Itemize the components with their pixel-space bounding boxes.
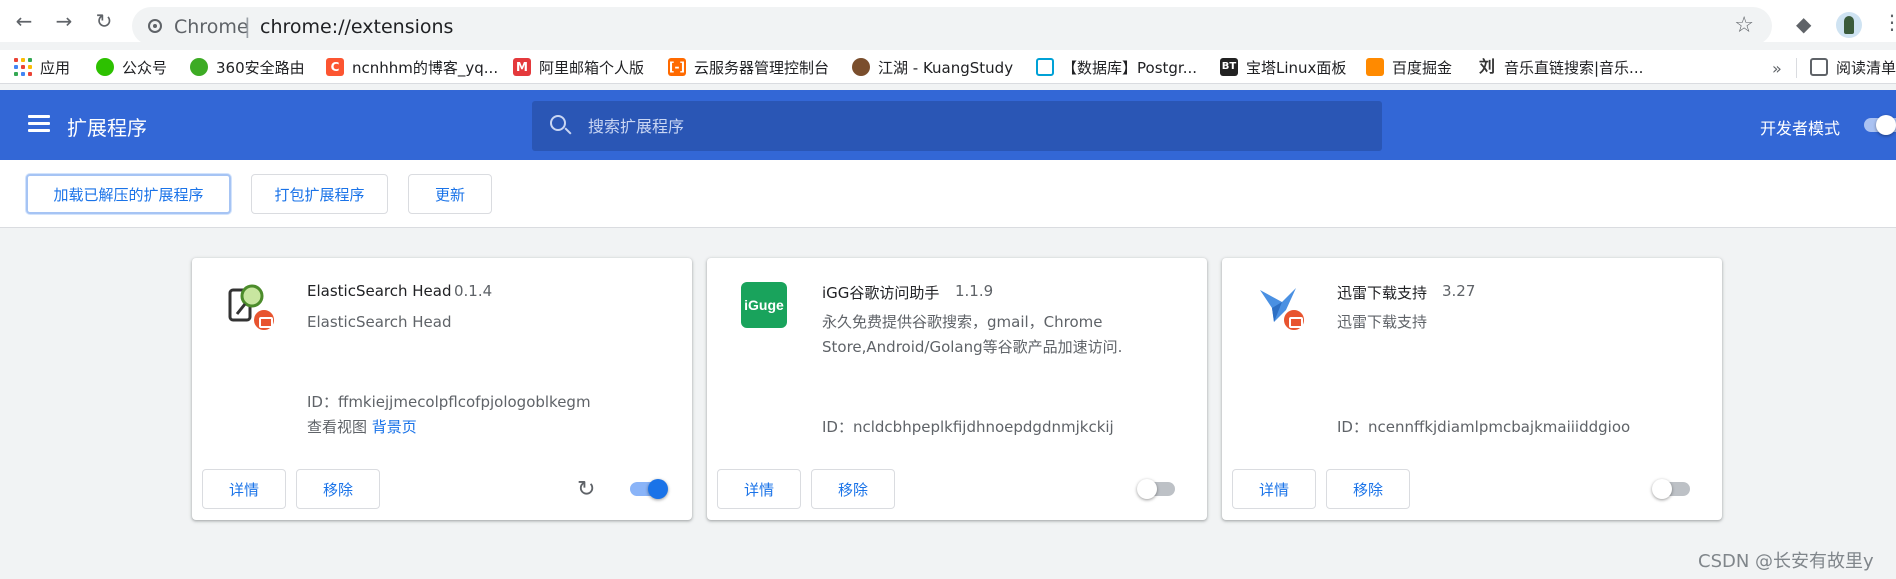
aliyun-mail-icon: M [513,58,531,76]
avatar-icon [852,58,870,76]
extensions-header: 扩展程序 开发者模式 [0,90,1896,160]
bookmark-label: 360安全路由 [216,58,305,77]
bookmarks-overflow-button[interactable]: » [1772,59,1782,78]
unpacked-badge-icon [1282,308,1306,332]
load-unpacked-button[interactable]: 加载已解压的扩展程序 [26,174,231,214]
aliyun-icon: [-] [668,58,686,76]
remove-button[interactable]: 移除 [811,469,895,509]
bookmark-bilibili[interactable]: 【数据库】Postgr... [1036,55,1197,79]
search-box[interactable] [532,101,1382,151]
pack-extension-button[interactable]: 打包扩展程序 [251,174,388,214]
bookmark-aliyun-console[interactable]: [-] 云服务器管理控制台 [668,55,829,79]
bilibili-icon [1036,58,1054,76]
extension-name: iGG谷歌访问助手 [822,284,940,302]
bookmark-label: 公众号 [122,58,168,77]
bookmark-label: 【数据库】Postgr... [1062,58,1198,77]
back-icon[interactable]: ← [12,9,36,33]
bookmark-label: 江湖 - KuangStudy [878,58,1014,77]
bookmark-label: 应用 [40,58,71,77]
bookmark-music[interactable]: 刘 音乐直链搜索|音乐... [1478,55,1643,79]
extension-id: ID：ffmkiejjmecolpflcofpjologoblkegm [307,393,591,411]
omnibox-separator: | [244,14,251,38]
reload-icon[interactable]: ↻ [92,9,116,33]
page-title: 扩展程序 [67,116,147,140]
juejin-icon [1366,58,1384,76]
enable-toggle[interactable] [1137,479,1175,499]
bookmark-csdn[interactable]: C ncnhhm的博客_yq... [326,55,498,79]
details-button[interactable]: 详情 [202,469,286,509]
bookmark-aliyun-mail[interactable]: M 阿里邮箱个人版 [513,55,644,79]
update-button[interactable]: 更新 [408,174,492,214]
extension-id: ID：ncennffkjdiamlpmcbajkmaiiiddgioo [1337,418,1631,436]
bookmark-360[interactable]: 360安全路由 [190,55,305,79]
forward-icon[interactable]: → [52,9,76,33]
watermark: CSDN @长安有故里y [1698,551,1874,572]
thunder-bird-icon [1256,282,1306,332]
search-input[interactable] [588,101,1348,151]
liu-icon: 刘 [1478,57,1496,76]
extension-id: ID：ncldcbhpeplkfijdhnoepdgdnmjkckij [822,418,1114,436]
extension-name: 迅雷下载支持 [1337,284,1428,302]
enable-toggle[interactable] [630,479,668,499]
chrome-icon [148,19,162,33]
extension-card-thunder: 迅雷下载支持 3.27 迅雷下载支持 ID：ncennffkjdiamlpmcb… [1222,258,1722,520]
star-icon[interactable]: ☆ [1734,13,1754,38]
address-bar[interactable]: Chrome | chrome://extensions ☆ [132,7,1772,45]
avatar[interactable] [1836,12,1862,38]
bookmark-label: 阿里邮箱个人版 [539,58,645,77]
unpacked-badge-icon [252,308,276,332]
details-button[interactable]: 详情 [717,469,801,509]
hamburger-menu-icon[interactable] [28,115,50,133]
kebab-menu-icon[interactable]: ⋮ [1882,10,1896,34]
extension-description: ElasticSearch Head [307,313,452,331]
csdn-icon: C [326,58,344,76]
bookmark-wechat[interactable]: 公众号 [96,55,167,79]
bt-icon: BT [1220,58,1238,76]
elasticsearch-head-icon [226,282,276,332]
360-icon [190,58,208,76]
bookmark-apps[interactable]: 应用 [14,55,70,79]
bookmark-label: 百度掘金 [1392,58,1453,77]
background-page-link[interactable]: 背景页 [372,418,417,436]
reading-list-label: 阅读清单 [1836,58,1896,77]
dev-mode-toggle[interactable] [1864,115,1896,135]
extension-description: 迅雷下载支持 [1337,313,1428,331]
extensions-puzzle-icon[interactable]: ◆ [1796,12,1811,36]
bookmark-bt[interactable]: BT 宝塔Linux面板 [1220,55,1346,79]
dev-mode-label: 开发者模式 [1760,119,1841,138]
bookmark-label: 云服务器管理控制台 [694,58,830,77]
bookmarks-divider [1796,58,1797,78]
extension-version: 3.27 [1442,282,1476,300]
inspect-views: 查看视图 背景页 [307,418,417,436]
wechat-icon [96,58,114,76]
details-button[interactable]: 详情 [1232,469,1316,509]
remove-button[interactable]: 移除 [296,469,380,509]
bookmarks-bar: 应用 公众号 360安全路由 C ncnhhm的博客_yq... M 阿里邮箱个… [0,50,1896,84]
search-icon [550,115,566,131]
extension-name: ElasticSearch Head [307,282,452,300]
developer-toolbar: 加载已解压的扩展程序 打包扩展程序 更新 [0,160,1896,228]
reload-extension-icon[interactable]: ↻ [577,477,595,502]
extension-card-igg: iGuge iGG谷歌访问助手 1.1.9 永久免费提供谷歌搜索，gmail，C… [707,258,1207,520]
enable-toggle[interactable] [1652,479,1690,499]
extension-version: 1.1.9 [955,282,994,300]
bookmark-label: 宝塔Linux面板 [1246,58,1347,77]
extension-description: 永久免费提供谷歌搜索，gmail，Chrome Store,Android/Go… [822,313,1123,356]
omnibox-site: Chrome [174,16,249,38]
browser-toolbar: ← → ↻ Chrome | chrome://extensions ☆ ◆ ⋮ [0,0,1896,45]
bookmark-label: 音乐直链搜索|音乐... [1504,58,1644,77]
apps-grid-icon [14,58,32,76]
extension-version: 0.1.4 [454,282,493,300]
extension-card-elasticsearch-head: ElasticSearch Head 0.1.4 ElasticSearch H… [192,258,692,520]
iguge-icon: iGuge [741,282,789,330]
omnibox-url[interactable]: chrome://extensions [260,16,453,38]
remove-button[interactable]: 移除 [1326,469,1410,509]
bookmark-kuangstudy[interactable]: 江湖 - KuangStudy [852,55,1013,79]
reading-list[interactable]: 阅读清单 [1810,55,1896,79]
bookmark-label: ncnhhm的博客_yq... [352,58,499,77]
bookmark-juejin[interactable]: 百度掘金 [1366,55,1452,79]
reading-list-icon [1810,58,1828,76]
